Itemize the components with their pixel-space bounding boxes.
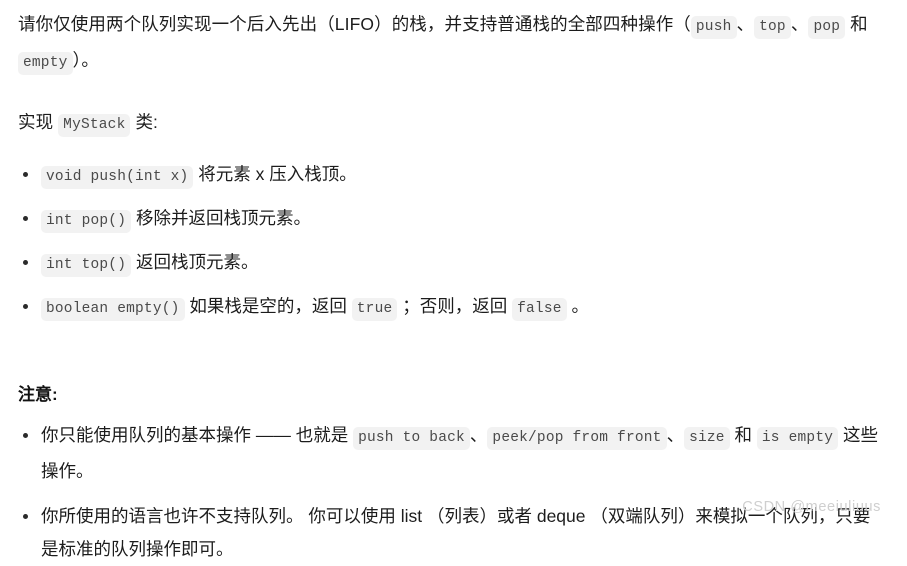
problem-statement-page: 请你仅使用两个队列实现一个后入先出（LIFO）的栈，并支持普通栈的全部四种操作（… [0, 0, 907, 559]
code-chip-void-push: void push(int x) [41, 166, 194, 189]
implement-class-paragraph: 实现 MyStack 类: [18, 106, 885, 142]
notice-text-part2: 和 [729, 425, 757, 445]
intro-separator-1: 、 [736, 14, 755, 34]
code-chip-pop: pop [808, 16, 846, 39]
notice-section: 注意: 你只能使用队列的基本操作 —— 也就是 push to back、 pee… [18, 380, 885, 566]
intro-paragraph: 请你仅使用两个队列实现一个后入先出（LIFO）的栈，并支持普通栈的全部四种操作（… [18, 8, 885, 80]
code-chip-is-empty: is empty [756, 427, 839, 450]
notice-separator-2: 、 [666, 425, 685, 445]
method-list: void push(int x) 将元素 x 压入栈顶。 int pop() 移… [18, 158, 885, 326]
notice-title: 注意: [18, 385, 58, 404]
list-item: int top() 返回栈顶元素。 [18, 246, 885, 282]
notice-separator-1: 、 [469, 425, 488, 445]
intro-separator-2: 、 [790, 14, 809, 34]
method-description-before: 如果栈是空的，返回 [184, 296, 352, 316]
code-chip-empty: empty [18, 52, 73, 75]
intro-text-part2: 和 [845, 14, 868, 34]
notice-text-part1: 你只能使用队列的基本操作 —— 也就是 [41, 425, 354, 445]
csdn-watermark: CSDN @meeiuliuus [742, 499, 881, 515]
intro-text-part1: 请你仅使用两个队列实现一个后入先出（LIFO）的栈，并支持普通栈的全部四种操作（ [18, 14, 691, 34]
code-chip-false: false [512, 298, 567, 321]
method-description: 将元素 x 压入栈顶。 [193, 164, 357, 184]
code-chip-int-pop: int pop() [41, 210, 132, 233]
code-chip-int-top: int top() [41, 254, 132, 277]
code-chip-peek-pop-from-front: peek/pop from front [487, 427, 667, 450]
notice-list: 你只能使用队列的基本操作 —— 也就是 push to back、 peek/po… [18, 419, 885, 566]
list-item: boolean empty() 如果栈是空的，返回 true ；否则，返回 fa… [18, 290, 885, 326]
code-chip-true: true [351, 298, 398, 321]
list-item: void push(int x) 将元素 x 压入栈顶。 [18, 158, 885, 194]
implement-prefix: 实现 [18, 112, 59, 132]
method-description: 返回栈顶元素。 [131, 252, 259, 272]
method-description-middle: ；否则，返回 [397, 296, 513, 316]
code-chip-size: size [684, 427, 730, 450]
code-chip-mystack: MyStack [58, 114, 131, 137]
code-chip-push: push [690, 16, 737, 39]
code-chip-boolean-empty: boolean empty() [41, 298, 185, 321]
code-chip-push-to-back: push to back [353, 427, 470, 450]
intro-text-part3: ）。 [72, 50, 99, 70]
method-description-after: 。 [566, 296, 589, 316]
list-item: int pop() 移除并返回栈顶元素。 [18, 202, 885, 238]
method-description: 移除并返回栈顶元素。 [131, 208, 311, 228]
code-chip-top: top [754, 16, 791, 39]
implement-suffix: 类: [130, 112, 159, 132]
list-item: 你只能使用队列的基本操作 —— 也就是 push to back、 peek/po… [18, 419, 885, 488]
